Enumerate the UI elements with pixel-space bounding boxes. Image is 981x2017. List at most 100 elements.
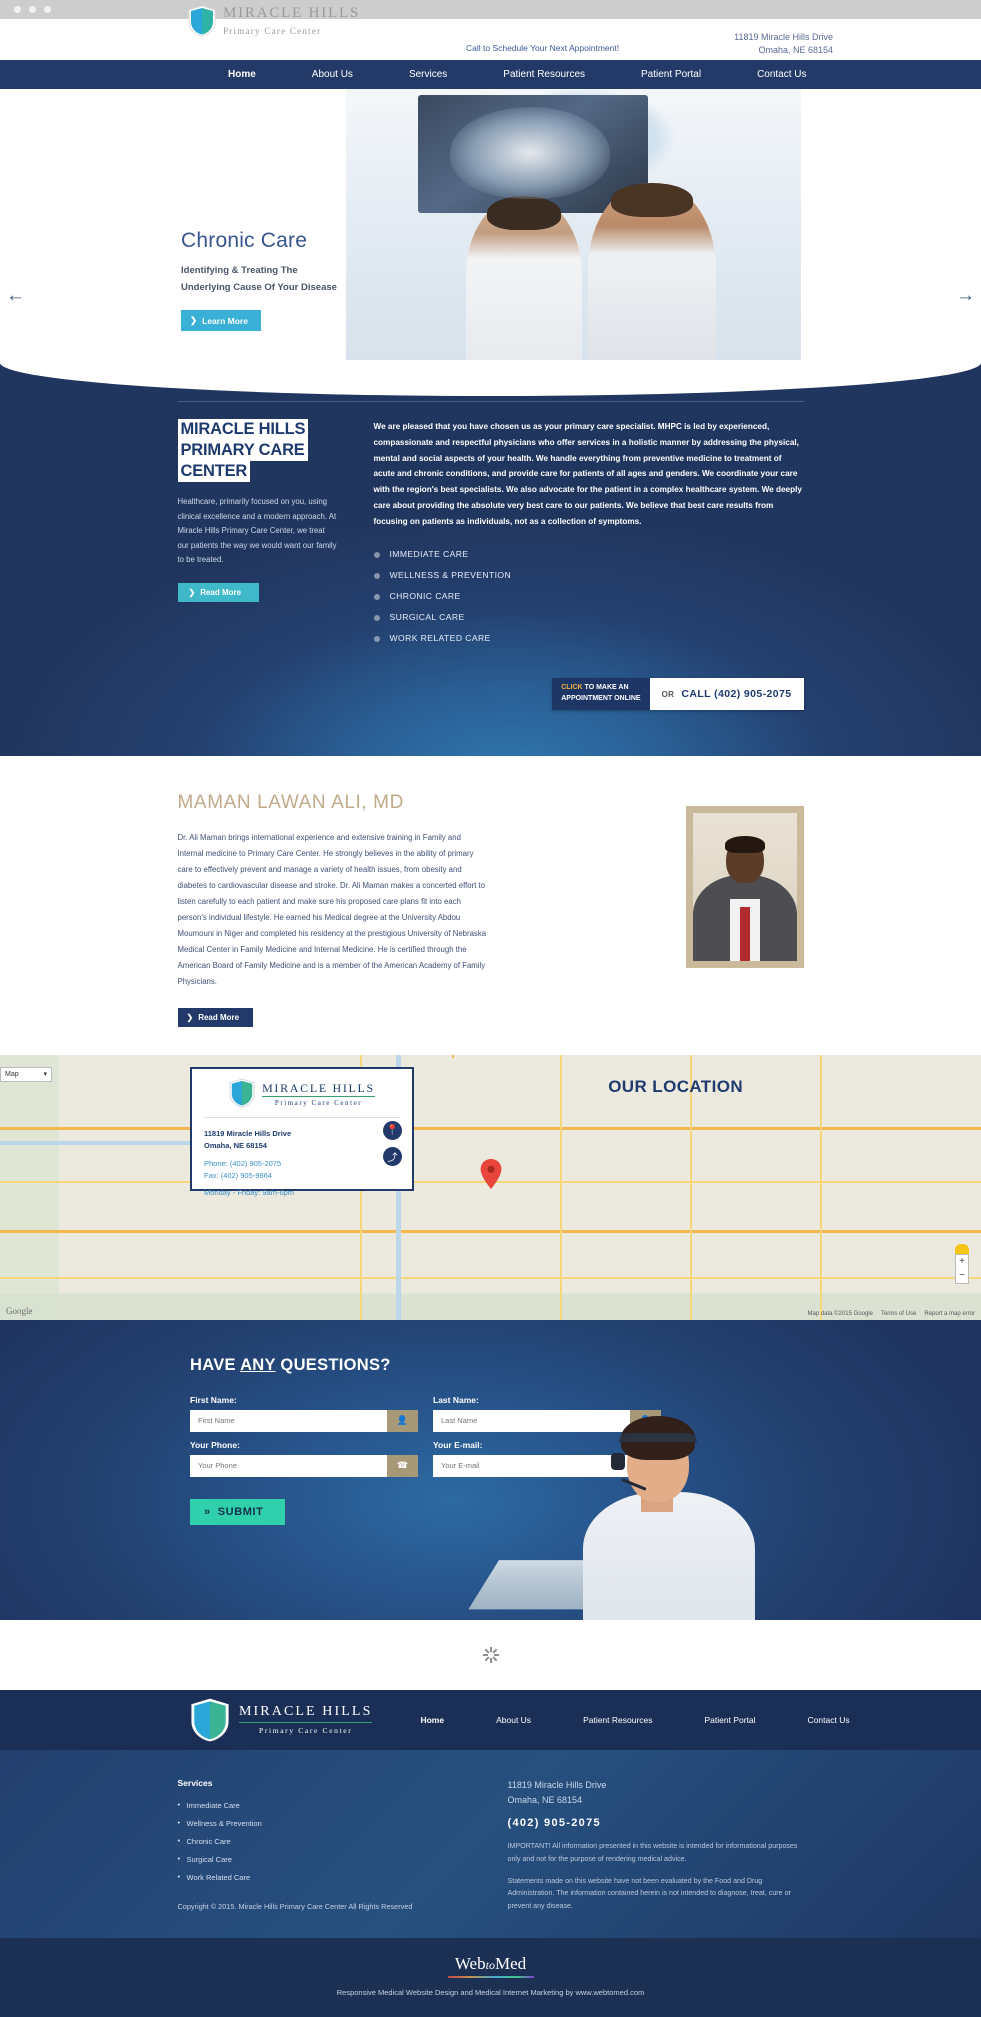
location-phone[interactable]: Phone: (402) 905-2075 <box>204 1158 400 1170</box>
map-type-label: Map <box>5 1070 19 1078</box>
location-address: 11819 Miracle Hills Drive Omaha, NE 6815… <box>204 1128 400 1152</box>
map-pin-icon[interactable]: 📍 <box>383 1120 402 1140</box>
footer-services-list: Immediate Care Wellness & Prevention Chr… <box>178 1800 508 1882</box>
webtomed-logo-to: to <box>485 1958 495 1973</box>
location-card-logo-text: MIRACLE HILLS Primary Care Center <box>262 1079 375 1107</box>
hero-learn-more-button[interactable]: ❯ Learn More <box>181 310 261 332</box>
list-item[interactable]: Surgical Care <box>178 1854 508 1864</box>
map-report-link[interactable]: Report a map error <box>924 1311 975 1317</box>
field-phone: Your Phone: ☎ <box>190 1440 418 1477</box>
user-icon: 👤 <box>387 1409 418 1432</box>
footer-logo[interactable]: MIRACLE HILLS Primary Care Center <box>190 1697 373 1743</box>
map-marker-icon[interactable] <box>480 1158 502 1189</box>
nav-item-patient-portal[interactable]: Patient Portal <box>613 60 729 89</box>
phone-input[interactable] <box>190 1454 387 1477</box>
intro-cta-row: CLICK TO MAKE AN APPOINTMENT ONLINE OR C… <box>178 678 804 710</box>
map-zoom-controls[interactable]: + − <box>955 1253 969 1284</box>
window-dot-close[interactable] <box>14 6 21 13</box>
our-location-heading: OUR LOCATION <box>608 1076 743 1096</box>
nav-item-contact-us[interactable]: Contact Us <box>729 60 834 89</box>
intro-right-column: We are pleased that you have chosen us a… <box>373 419 804 654</box>
hero-slider: Chronic Care Identifying & Treating The … <box>0 89 981 361</box>
first-name-input[interactable] <box>190 1409 387 1432</box>
header-logo[interactable]: MIRACLE HILLS Primary Care Center <box>188 5 360 37</box>
header-logo-line1: MIRACLE HILLS <box>223 5 361 21</box>
shield-logo-icon <box>229 1078 255 1108</box>
slider-next-arrow-icon[interactable]: → <box>956 285 975 307</box>
location-card-logo: MIRACLE HILLS Primary Care Center <box>204 1078 400 1108</box>
location-hours: Monday - Friday: 9am-6pm <box>204 1188 295 1198</box>
map-type-selector[interactable]: Map ▾ <box>0 1066 52 1082</box>
map-terms-link[interactable]: Terms of Use <box>881 1311 916 1317</box>
footer-nav-patient-portal[interactable]: Patient Portal <box>679 1715 782 1725</box>
make-appointment-online-button[interactable]: CLICK TO MAKE AN APPOINTMENT ONLINE <box>552 678 650 710</box>
footer-nav-about-us[interactable]: About Us <box>470 1715 557 1725</box>
list-item[interactable]: WELLNESS & PREVENTION <box>373 570 804 580</box>
location-address-line2: Omaha, NE 68154 <box>204 1140 267 1150</box>
list-item[interactable]: IMMEDIATE CARE <box>373 549 804 559</box>
map-zoom-in-button[interactable]: + <box>956 1255 968 1269</box>
footer-phone[interactable]: (402) 905-2075 <box>508 1817 804 1829</box>
header-logo-line2: Primary Care Center <box>223 26 322 36</box>
doctor-name: MAMAN LAWAN ALI, MD <box>177 791 404 813</box>
submit-label: SUBMIT <box>217 1505 264 1518</box>
intro-lead-paragraph: We are pleased that you have chosen us a… <box>373 422 802 526</box>
intro-read-more-button[interactable]: ❯ Read More <box>177 583 260 603</box>
slider-prev-arrow-icon[interactable]: ← <box>6 285 25 307</box>
footer-services-heading: Services <box>177 1777 213 1788</box>
map-zoom-out-button[interactable]: − <box>956 1269 968 1283</box>
shield-logo-icon <box>191 1698 229 1742</box>
intro-left-column: MIRACLE HILLS PRIMARY CARE CENTER Health… <box>177 419 338 654</box>
loading-spinner-icon <box>482 1646 499 1663</box>
phone-label: Your Phone: <box>190 1439 240 1450</box>
map-data-credit: Map data ©2015 Google <box>807 1310 873 1317</box>
footer-services-column: Services Immediate Care Wellness & Preve… <box>178 1778 508 1913</box>
chevron-right-icon: ❯ <box>188 588 196 598</box>
list-item[interactable]: Chronic Care <box>178 1836 508 1846</box>
footer-logo-text: MIRACLE HILLS Primary Care Center <box>239 1704 373 1735</box>
location-map-section[interactable]: OUR LOCATION Map ▾ + − Google Map data ©… <box>0 1054 981 1320</box>
hero-caption: Chronic Care Identifying & Treating The … <box>181 229 337 332</box>
location-card-icons: 📍 ⤴ <box>383 1120 402 1166</box>
list-item[interactable]: WORK RELATED CARE <box>373 633 804 643</box>
header-logo-text: MIRACLE HILLS Primary Care Center <box>223 5 360 37</box>
footer-nav-patient-resources[interactable]: Patient Resources <box>557 1715 678 1725</box>
footer-disclaimer-2: Statements made on this website have not… <box>507 1877 791 1910</box>
hero-subtitle-line1: Identifying & Treating The <box>181 265 298 276</box>
directions-icon[interactable]: ⤴ <box>383 1146 402 1166</box>
intro-brand-line3: CENTER <box>177 461 251 483</box>
call-phone-button[interactable]: OR CALL (402) 905-2075 <box>649 678 804 710</box>
hero-subtitle-line2: Underlying Cause Of Your Disease <box>181 281 337 293</box>
call-agent-image <box>561 1395 776 1620</box>
footer-nav-contact-us[interactable]: Contact Us <box>782 1715 876 1725</box>
hero-image-xray-doctors <box>346 89 801 361</box>
footer-copyright: Copyright © 2015. Miracle Hills Primary … <box>177 1901 413 1911</box>
list-item[interactable]: Work Related Care <box>178 1872 508 1882</box>
list-item[interactable]: Immediate Care <box>178 1800 508 1810</box>
shield-logo-icon <box>188 5 216 37</box>
webtomed-logo[interactable]: WebtoMed <box>0 1954 981 1974</box>
phone-icon: ☎ <box>387 1454 418 1477</box>
footer-columns: Services Immediate Care Wellness & Preve… <box>178 1778 804 1913</box>
double-chevron-right-icon: » <box>204 1505 211 1518</box>
nav-item-services[interactable]: Services <box>381 60 475 89</box>
nav-item-patient-resources[interactable]: Patient Resources <box>475 60 613 89</box>
list-item[interactable]: Wellness & Prevention <box>178 1818 508 1828</box>
footer-address: 11819 Miracle Hills Drive Omaha, NE 6815… <box>508 1778 804 1809</box>
nav-item-about-us[interactable]: About Us <box>284 60 381 89</box>
footer-nav-home[interactable]: Home <box>394 1715 470 1725</box>
map-attribution: Map data ©2015 Google Terms of Use Repor… <box>808 1311 976 1317</box>
list-item[interactable]: CHRONIC CARE <box>373 591 804 601</box>
nav-item-home[interactable]: Home <box>200 60 284 89</box>
cta-line2: APPOINTMENT ONLINE <box>561 695 641 703</box>
window-dot-minimize[interactable] <box>29 6 36 13</box>
window-dot-maximize[interactable] <box>44 6 51 13</box>
doctor-read-more-button[interactable]: ❯ Read More <box>177 1007 254 1027</box>
doctor-section: MAMAN LAWAN ALI, MD Dr. Ali Maman brings… <box>0 755 981 1055</box>
submit-button[interactable]: » SUBMIT <box>190 1498 286 1525</box>
intro-brand-heading: MIRACLE HILLS PRIMARY CARE CENTER <box>177 419 338 483</box>
location-address-line1: 11819 Miracle Hills Drive <box>204 1128 292 1138</box>
list-item[interactable]: SURGICAL CARE <box>373 612 804 622</box>
intro-top-rule <box>177 401 804 402</box>
cta-or-label: OR <box>661 689 675 699</box>
